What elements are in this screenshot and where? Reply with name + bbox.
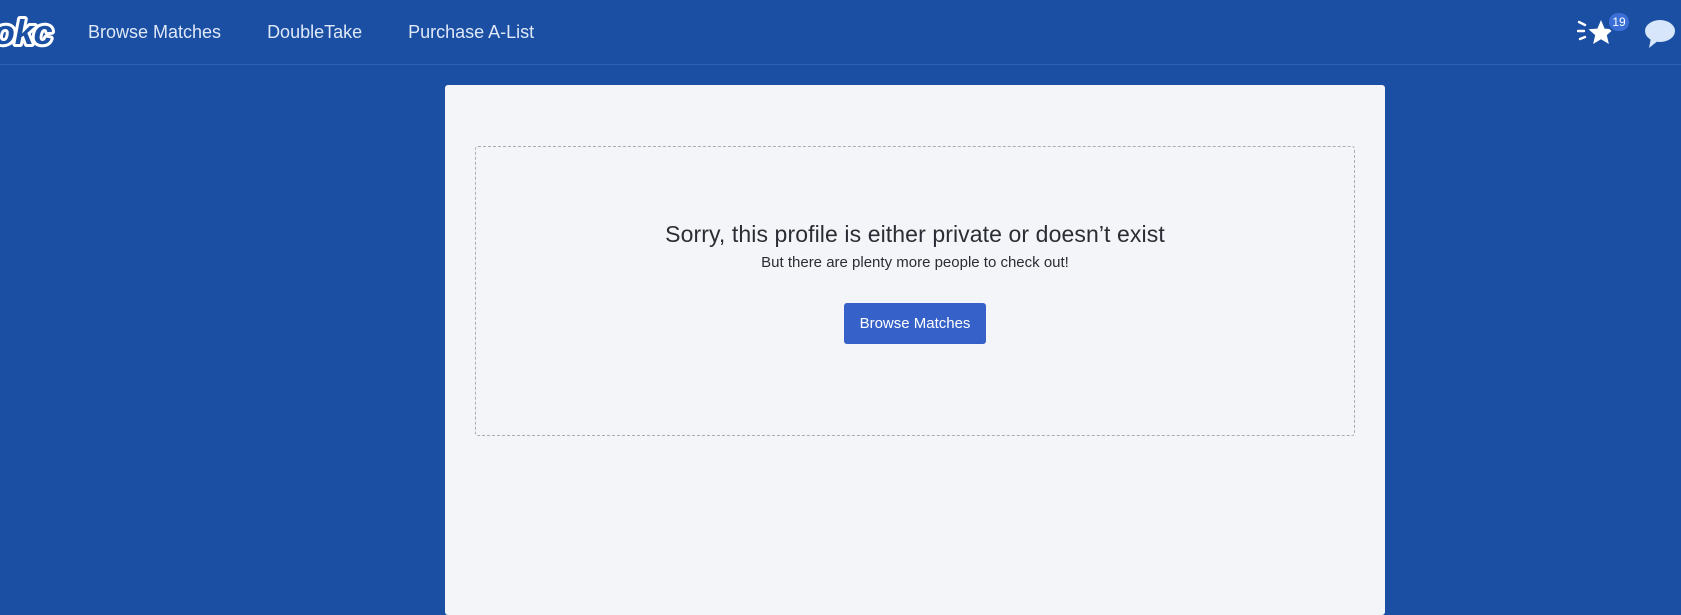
likes-count-badge: 19 bbox=[1607, 11, 1631, 33]
profile-unavailable-card: Sorry, this profile is either private or… bbox=[445, 85, 1385, 615]
chat-bubble-icon bbox=[1645, 20, 1675, 48]
okc-logo[interactable]: okc okc bbox=[0, 13, 56, 53]
page-subtitle: But there are plenty more people to chec… bbox=[761, 254, 1069, 271]
nav-browse-matches[interactable]: Browse Matches bbox=[88, 22, 221, 43]
nav-doubletake[interactable]: DoubleTake bbox=[267, 22, 362, 43]
likes-button[interactable]: 19 bbox=[1576, 11, 1631, 50]
main-nav: Browse Matches DoubleTake Purchase A-Lis… bbox=[88, 0, 580, 65]
messages-button[interactable] bbox=[1643, 19, 1677, 49]
logo-text: okc bbox=[0, 14, 53, 52]
empty-state-panel: Sorry, this profile is either private or… bbox=[475, 146, 1355, 436]
browse-matches-button[interactable]: Browse Matches bbox=[843, 303, 987, 344]
header-actions: 19 bbox=[1501, 0, 1681, 65]
top-navigation-bar: okc okc Browse Matches DoubleTake Purcha… bbox=[0, 0, 1681, 65]
page-title: Sorry, this profile is either private or… bbox=[665, 221, 1165, 247]
nav-purchase-a-list[interactable]: Purchase A-List bbox=[408, 22, 534, 43]
